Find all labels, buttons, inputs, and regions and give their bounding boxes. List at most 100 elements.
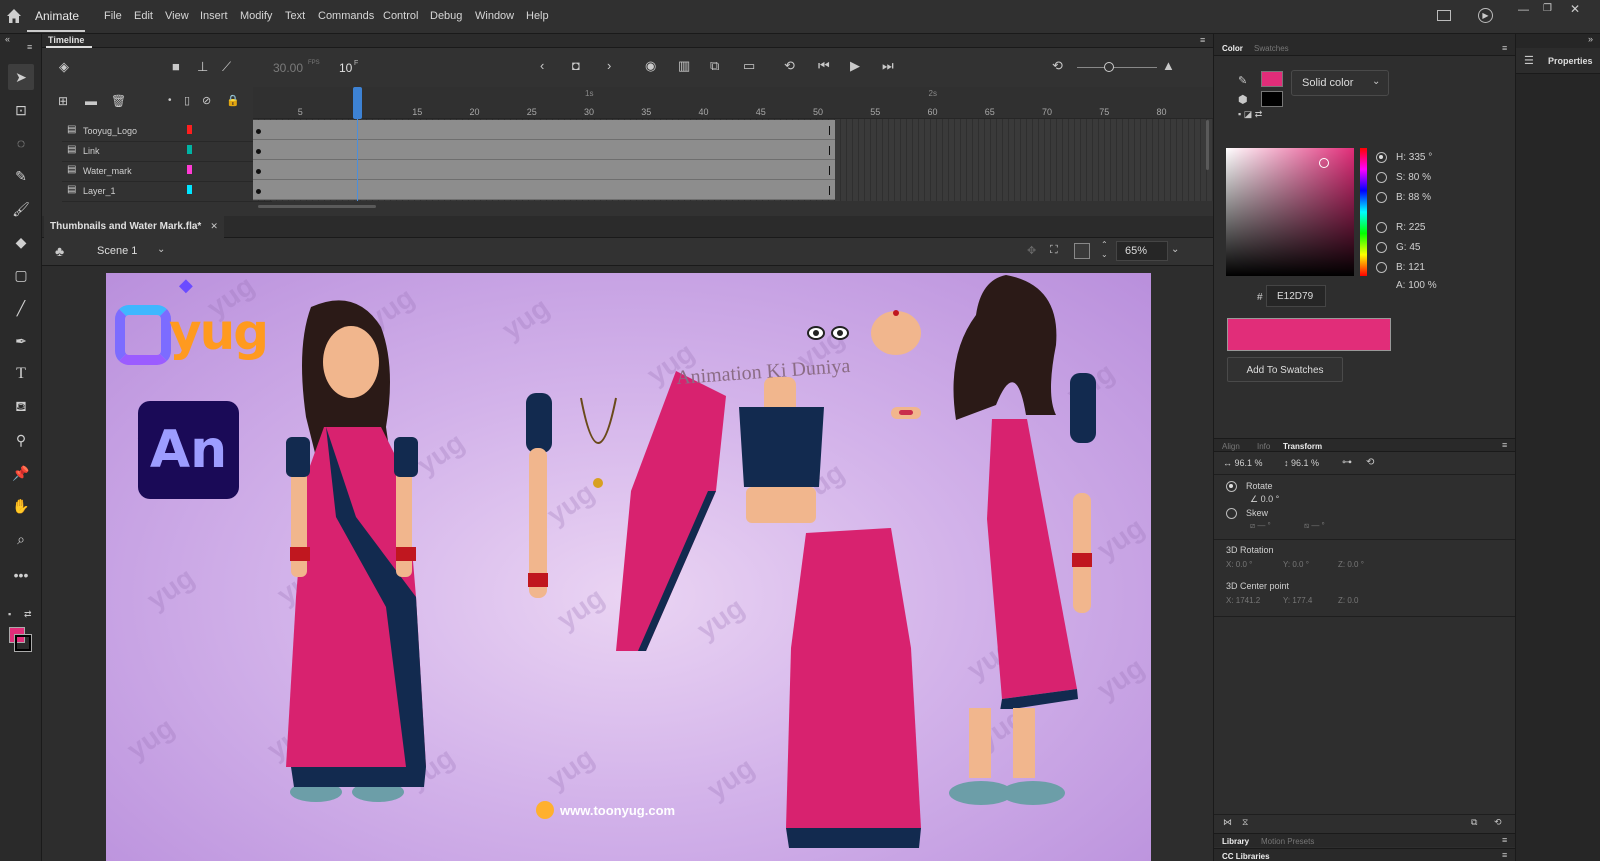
- prev-keyframe-icon[interactable]: ‹: [540, 58, 544, 73]
- panel-menu-icon[interactable]: ≡: [1502, 43, 1507, 53]
- frame-ruler[interactable]: 5 15 20 25 30 35 40 45 50 55 60 65 70 75 80 1s 2s: [253, 87, 1213, 119]
- insert-keyframe-icon[interactable]: ◘: [572, 58, 580, 73]
- step-back-icon[interactable]: ⏮: [818, 58, 830, 74]
- layer-row[interactable]: ▤ Water_mark: [62, 162, 272, 182]
- layer-color-chip[interactable]: [187, 125, 192, 134]
- menu-edit[interactable]: Edit: [134, 10, 153, 22]
- width-scale[interactable]: ↔ 96.1 %: [1223, 458, 1263, 468]
- loop-icon[interactable]: ⟲: [784, 58, 795, 74]
- pallu-part[interactable]: [616, 371, 726, 661]
- rot3d-x[interactable]: X: 0.0 °: [1226, 560, 1252, 569]
- eraser-tool-icon[interactable]: ◆: [8, 229, 34, 255]
- arm-part-left[interactable]: [518, 393, 558, 633]
- outline-icon[interactable]: ▯: [184, 94, 190, 107]
- layer-color-chip[interactable]: [187, 185, 192, 194]
- animate-badge[interactable]: An: [138, 401, 239, 499]
- delete-icon[interactable]: 🗑: [111, 94, 126, 108]
- tab-info[interactable]: Info: [1257, 442, 1270, 451]
- picker-cursor[interactable]: [1319, 158, 1329, 168]
- center3d-y[interactable]: Y: 177.4: [1283, 596, 1312, 605]
- url-text[interactable]: www.toonyug.com: [560, 803, 675, 818]
- layer-color-chip[interactable]: [187, 145, 192, 154]
- properties-button[interactable]: ☰ Properties: [1516, 48, 1600, 74]
- center3d-z[interactable]: Z: 0.0: [1338, 596, 1358, 605]
- saree-drape-part[interactable]: [982, 419, 1082, 711]
- fluid-brush-tool-icon[interactable]: ✎: [8, 163, 34, 189]
- stroke-color-icon[interactable]: ✎: [1238, 74, 1247, 87]
- color-picker-field[interactable]: [1226, 148, 1354, 276]
- duplicate-icon[interactable]: ⧉: [1471, 817, 1477, 828]
- height-scale[interactable]: ↕ 96.1 %: [1284, 458, 1319, 468]
- new-layer-icon[interactable]: ⊞: [58, 94, 68, 108]
- s-value[interactable]: S: 80 %: [1396, 172, 1431, 183]
- skirt-part[interactable]: [781, 528, 926, 858]
- skew-radio[interactable]: [1226, 508, 1237, 519]
- free-transform-tool-icon[interactable]: ⊡: [8, 97, 34, 123]
- menu-help[interactable]: Help: [526, 10, 549, 22]
- clip-icon[interactable]: ⛶: [1050, 244, 1058, 257]
- timeline-tab[interactable]: Timeline: [48, 35, 84, 45]
- restore-icon[interactable]: ❐: [1543, 3, 1552, 14]
- collapse-icon[interactable]: «: [5, 34, 10, 44]
- layer-row[interactable]: ▤ Tooyug_Logo: [62, 122, 272, 142]
- menu-window[interactable]: Window: [475, 10, 514, 22]
- edit-multiple-frames-icon[interactable]: ⧉: [710, 58, 719, 74]
- character-full[interactable]: [256, 297, 456, 817]
- layer-color-chip[interactable]: [187, 165, 192, 174]
- fill-type-dropdown[interactable]: Solid color ⌄: [1291, 70, 1389, 96]
- menu-insert[interactable]: Insert: [200, 10, 228, 22]
- b2-value[interactable]: B: 121: [1396, 262, 1425, 273]
- necklace-part[interactable]: [576, 393, 621, 493]
- tab-align[interactable]: Align: [1222, 442, 1240, 451]
- graph-icon[interactable]: ⟋: [222, 59, 231, 75]
- slider-knob[interactable]: [1104, 62, 1114, 72]
- hue-slider[interactable]: [1360, 148, 1367, 276]
- skew-v-value[interactable]: ⧅ — °: [1304, 521, 1325, 531]
- menu-commands[interactable]: Commands: [318, 10, 374, 22]
- timeline-zoom-slider[interactable]: [1077, 62, 1157, 72]
- flip-horizontal-icon[interactable]: ⋈: [1223, 817, 1232, 828]
- keyframe-dot[interactable]: [256, 169, 261, 174]
- flip-vertical-icon[interactable]: ⧖: [1242, 817, 1248, 828]
- snap-icon[interactable]: ✥: [1027, 244, 1036, 257]
- play-icon[interactable]: ▶: [850, 58, 860, 74]
- layer-parenting-icon[interactable]: ⊥: [197, 59, 208, 75]
- paint-bucket-tool-icon[interactable]: ⛾: [8, 394, 34, 420]
- default-colors-icon[interactable]: ▪: [8, 609, 11, 619]
- fps-value[interactable]: 30.00: [273, 61, 303, 75]
- rotate-radio[interactable]: [1226, 481, 1237, 492]
- test-movie-icon[interactable]: ▶: [1478, 8, 1493, 23]
- b-value[interactable]: B: 88 %: [1396, 192, 1431, 203]
- collapse-icon[interactable]: »: [1588, 34, 1593, 44]
- constrain-icon[interactable]: ⊶: [1342, 457, 1352, 468]
- highlight-icon[interactable]: •: [168, 95, 172, 106]
- minimize-icon[interactable]: —: [1518, 4, 1529, 16]
- tab-library[interactable]: Library: [1222, 837, 1249, 846]
- next-keyframe-icon[interactable]: ›: [607, 58, 611, 73]
- fill-swatch[interactable]: [14, 634, 32, 652]
- menu-debug[interactable]: Debug: [430, 10, 462, 22]
- home-icon[interactable]: [6, 8, 22, 24]
- rectangle-tool-icon[interactable]: ▢: [8, 262, 34, 288]
- hand-tool-icon[interactable]: ✋: [8, 493, 34, 519]
- layers-icon[interactable]: ◈: [59, 59, 69, 75]
- selection-tool-icon[interactable]: ➤: [8, 64, 34, 90]
- line-tool-icon[interactable]: ╱: [8, 295, 34, 321]
- alpha-value[interactable]: A: 100 %: [1396, 280, 1437, 291]
- fill-color-chip[interactable]: [1261, 91, 1283, 107]
- pin-tool-icon[interactable]: 📌: [8, 460, 34, 486]
- tab-motion-presets[interactable]: Motion Presets: [1261, 837, 1314, 846]
- lasso-tool-icon[interactable]: ◌: [8, 130, 34, 156]
- lips-part[interactable]: [891, 407, 921, 419]
- tab-swatches[interactable]: Swatches: [1254, 44, 1289, 53]
- layer-row[interactable]: ▤ Layer_1: [62, 182, 272, 202]
- symbol-icon[interactable]: ♣: [55, 243, 64, 259]
- stroke-color-chip[interactable]: [1261, 71, 1283, 87]
- zoom-stepper[interactable]: ⌃ ⌄: [1101, 240, 1108, 260]
- frame-view-icon[interactable]: ▥: [678, 58, 690, 74]
- g-radio[interactable]: [1376, 242, 1387, 253]
- onion-skin-icon[interactable]: ◉: [645, 58, 656, 74]
- rotate-value[interactable]: ∠ 0.0 °: [1250, 494, 1279, 505]
- color-mini-icons[interactable]: ▪ ◪ ⇄: [1238, 109, 1262, 120]
- workspace-icon[interactable]: [1437, 10, 1451, 21]
